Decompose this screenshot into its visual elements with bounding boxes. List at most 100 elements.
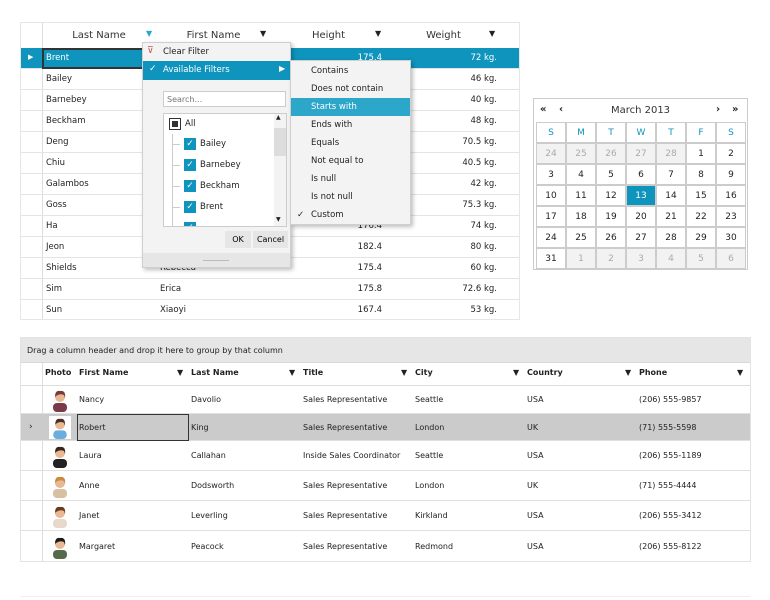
filter-operator-item[interactable]: Is not null — [291, 188, 410, 206]
cell-city[interactable]: London — [415, 423, 444, 432]
cell-first[interactable]: Robert — [79, 423, 106, 432]
cell-weight[interactable]: 53 kg. — [470, 305, 497, 315]
cell-weight[interactable]: 40.5 kg. — [462, 158, 497, 168]
filter-icon[interactable]: ▼ — [737, 368, 743, 377]
cell-city[interactable]: Redmond — [415, 542, 453, 551]
cell-weight[interactable]: 75.3 kg. — [462, 200, 497, 210]
cell-last[interactable]: Leverling — [191, 511, 228, 520]
cell-last-name[interactable]: Shields — [46, 263, 77, 273]
cell-last-name[interactable]: Chiu — [46, 158, 65, 168]
calendar-day[interactable]: 12 — [596, 185, 626, 206]
calendar-day[interactable]: 16 — [716, 185, 746, 206]
cell-last-name[interactable]: Bailey — [46, 74, 72, 84]
filter-icon[interactable]: ▼ — [289, 368, 295, 377]
cell-weight[interactable]: 40 kg. — [470, 95, 497, 105]
list-scrollbar[interactable]: ▲ ▼ — [274, 114, 286, 226]
calendar-day[interactable]: 1 — [566, 248, 596, 269]
calendar-day[interactable]: 18 — [566, 206, 596, 227]
cell-last-name[interactable]: Ha — [46, 221, 58, 231]
cell-last[interactable]: Peacock — [191, 542, 224, 551]
selected-day[interactable]: 13 — [626, 185, 656, 206]
calendar-day[interactable]: 4 — [566, 164, 596, 185]
column-header[interactable]: Phone — [639, 368, 667, 377]
cell-city[interactable]: Seattle — [415, 395, 443, 404]
filter-operator-item[interactable]: Does not contain — [291, 80, 410, 98]
available-filters-item[interactable]: ✓ Available Filters ▶ — [143, 61, 290, 80]
calendar-day[interactable]: 24 — [536, 227, 566, 248]
value-checkbox[interactable]: ✓ — [184, 159, 196, 171]
cell-city[interactable]: London — [415, 481, 444, 490]
cell-first-name[interactable]: Erica — [160, 284, 181, 294]
column-header[interactable]: Title — [303, 368, 323, 377]
calendar-day[interactable]: 25 — [566, 143, 596, 164]
next-year-icon[interactable]: » — [732, 104, 738, 115]
table-row[interactable]: Anne Dodsworth Sales Representative London U… — [21, 471, 750, 501]
filter-icon[interactable]: ▼ — [401, 368, 407, 377]
filter-search-input[interactable] — [163, 91, 286, 107]
filter-icon[interactable]: ▼ — [489, 29, 495, 38]
resize-bar[interactable] — [143, 253, 290, 267]
calendar-day[interactable]: 31 — [536, 248, 566, 269]
cell-phone[interactable]: (71) 555-4444 — [639, 481, 696, 490]
table-row[interactable]: Sim Erica 175.8 72.6 kg. — [21, 279, 519, 300]
calendar-day[interactable]: 27 — [626, 227, 656, 248]
cell-country[interactable]: UK — [527, 481, 538, 490]
value-checkbox[interactable]: ✓ — [184, 138, 196, 150]
value-checkbox[interactable]: ✓ — [184, 222, 196, 226]
table-row[interactable]: Sun Xiaoyi 167.4 53 kg. — [21, 300, 519, 319]
filter-icon[interactable]: ▼ — [513, 368, 519, 377]
calendar-day[interactable]: 21 — [656, 206, 686, 227]
column-header[interactable]: Photo — [45, 368, 71, 377]
calendar-day[interactable]: 6 — [716, 248, 746, 269]
calendar-day[interactable]: 11 — [566, 185, 596, 206]
calendar-day[interactable]: 1 — [686, 143, 716, 164]
cell-last-name[interactable]: Sim — [46, 284, 62, 294]
cell-last-name[interactable]: Sun — [46, 305, 62, 315]
filter-operator-item[interactable]: Contains — [291, 62, 410, 80]
cell-title[interactable]: Sales Representative — [303, 481, 387, 490]
column-header[interactable]: Country — [527, 368, 563, 377]
calendar-day[interactable]: 14 — [656, 185, 686, 206]
cell-first[interactable]: Anne — [79, 481, 100, 490]
cell-weight[interactable]: 74 kg. — [470, 221, 497, 231]
cell-country[interactable]: USA — [527, 542, 544, 551]
cell-title[interactable]: Sales Representative — [303, 542, 387, 551]
column-header[interactable]: City — [415, 368, 433, 377]
cell-weight[interactable]: 70.5 kg. — [462, 137, 497, 147]
filter-icon-active[interactable]: ▼ — [146, 29, 152, 38]
cell-first[interactable]: Margaret — [79, 542, 115, 551]
calendar-day[interactable]: 17 — [536, 206, 566, 227]
cell-height[interactable]: 175.8 — [358, 284, 382, 294]
cell-first[interactable]: Nancy — [79, 395, 104, 404]
scroll-thumb[interactable] — [274, 128, 286, 156]
calendar-day[interactable]: 22 — [686, 206, 716, 227]
calendar-day[interactable]: 3 — [626, 248, 656, 269]
all-checkbox[interactable] — [169, 118, 181, 130]
cell-weight[interactable]: 46 kg. — [470, 74, 497, 84]
table-row[interactable]: › Robert King Sales Representative London UK (… — [21, 414, 750, 441]
cell-last-name[interactable]: Galambos — [46, 179, 89, 189]
calendar-day[interactable]: 28 — [656, 227, 686, 248]
calendar-day[interactable]: 5 — [596, 164, 626, 185]
calendar-day[interactable]: 23 — [716, 206, 746, 227]
calendar-day[interactable]: 3 — [536, 164, 566, 185]
value-checkbox[interactable]: ✓ — [184, 180, 196, 192]
cell-phone[interactable]: (206) 555-1189 — [639, 451, 702, 460]
cell-first-name[interactable]: Xiaoyi — [160, 305, 186, 315]
cell-title[interactable]: Sales Representative — [303, 395, 387, 404]
cell-last-name[interactable]: Barnebey — [46, 95, 87, 105]
calendar-day[interactable]: 5 — [686, 248, 716, 269]
filter-operator-item[interactable]: Is null — [291, 170, 410, 188]
ok-button[interactable]: OK — [225, 231, 251, 248]
scroll-up-icon[interactable]: ▲ — [276, 114, 281, 121]
cell-weight[interactable]: 72 kg. — [470, 53, 497, 63]
cell-last-name[interactable]: Brent — [46, 53, 69, 63]
table-row[interactable]: Margaret Peacock Sales Representative Redmo… — [21, 531, 750, 561]
calendar-day[interactable]: 25 — [566, 227, 596, 248]
cell-weight[interactable]: 48 kg. — [470, 116, 497, 126]
calendar-day[interactable]: 15 — [686, 185, 716, 206]
table-row[interactable]: Laura Callahan Inside Sales Coordinator Sea… — [21, 441, 750, 471]
filter-icon[interactable]: ▼ — [260, 29, 266, 38]
table-row[interactable]: Janet Leverling Sales Representative Kirkla… — [21, 501, 750, 531]
cell-weight[interactable]: 80 kg. — [470, 242, 497, 252]
